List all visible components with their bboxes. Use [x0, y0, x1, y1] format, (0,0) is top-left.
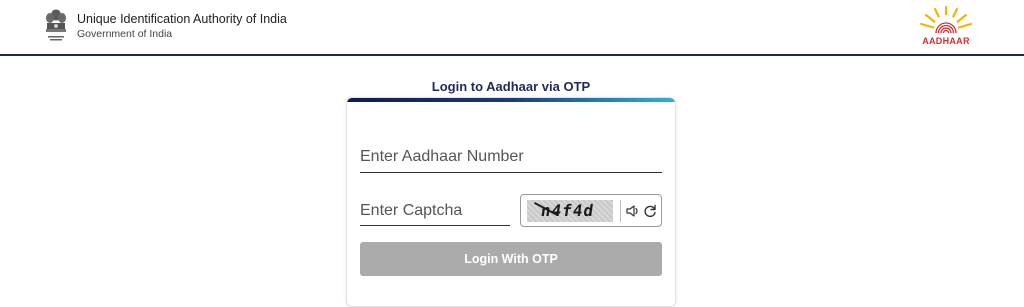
- login-heading: Login to Aadhaar via OTP: [431, 79, 591, 94]
- refresh-icon[interactable]: [642, 203, 658, 219]
- site-header: Unique Identification Authority of India…: [0, 0, 1024, 56]
- org-subtitle: Government of India: [77, 28, 173, 40]
- speaker-icon[interactable]: [625, 203, 641, 219]
- captcha-divider: [620, 200, 621, 222]
- national-emblem-icon: [46, 9, 66, 41]
- captcha-widget: n4f4d: [520, 194, 662, 227]
- aadhaar-number-input[interactable]: [360, 142, 662, 173]
- aadhaar-logo: AADHAAR: [914, 5, 978, 49]
- captcha-image: n4f4d: [527, 200, 613, 222]
- captcha-input[interactable]: [360, 196, 510, 226]
- captcha-text: n4f4d: [539, 201, 596, 220]
- aadhaar-logo-icon: [919, 5, 973, 39]
- login-card: n4f4d Login With OTP: [346, 97, 676, 307]
- login-with-otp-button[interactable]: Login With OTP: [360, 242, 662, 276]
- card-accent-bar: [347, 98, 675, 102]
- logo-text: AADHAAR: [922, 36, 970, 46]
- org-title: Unique Identification Authority of India: [77, 12, 287, 26]
